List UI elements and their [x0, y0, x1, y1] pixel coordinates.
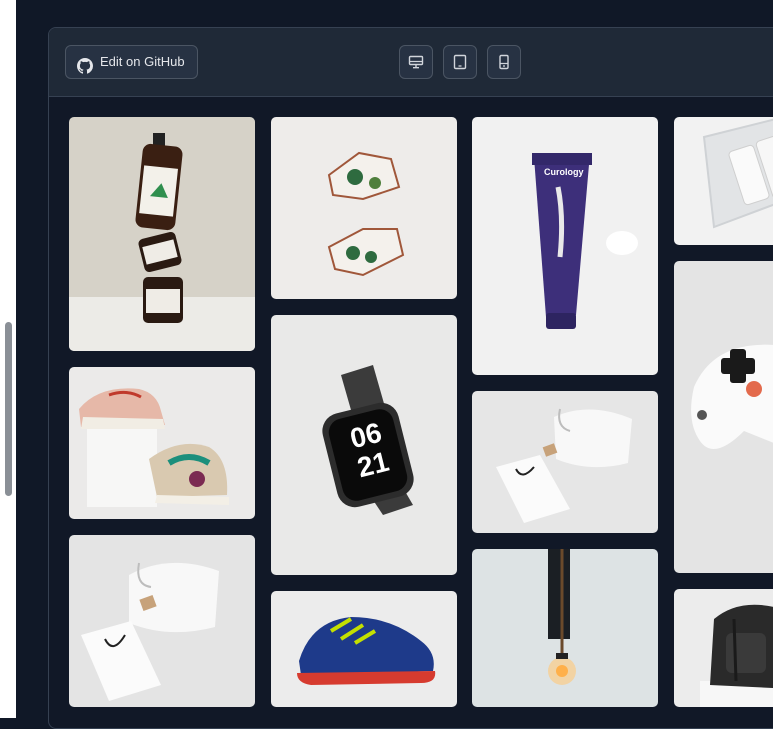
scrollbar-track[interactable]	[0, 0, 16, 718]
mobile-view-button[interactable]	[487, 45, 521, 79]
edit-on-github-label: Edit on GitHub	[100, 54, 185, 69]
tote-bag-image-2[interactable]	[69, 535, 255, 707]
glass-cosmetics-image[interactable]	[674, 117, 773, 245]
tablet-icon	[453, 54, 467, 70]
monitor-icon	[408, 55, 424, 69]
geometric-planters-image[interactable]	[271, 117, 457, 299]
backpack-image[interactable]	[674, 589, 773, 707]
game-controller-image[interactable]	[674, 261, 773, 573]
football-boot-image[interactable]	[271, 591, 457, 707]
pendant-lamp-image[interactable]	[472, 549, 658, 707]
tube-brand-label: Curology	[544, 167, 584, 177]
curology-tube-image[interactable]: Curology	[472, 117, 658, 375]
edit-on-github-button[interactable]: Edit on GitHub	[65, 45, 198, 79]
github-icon	[77, 54, 93, 74]
desktop-view-button[interactable]	[399, 45, 433, 79]
scrollbar-thumb[interactable]	[5, 322, 12, 496]
smartphone-icon	[499, 54, 509, 70]
sneakers-image[interactable]	[69, 367, 255, 519]
tablet-view-button[interactable]	[443, 45, 477, 79]
apple-watch-image[interactable]: 06 21	[271, 315, 457, 575]
preview-toolbar: Edit on GitHub	[49, 28, 773, 97]
cbd-oil-jars-image[interactable]	[69, 117, 255, 351]
tote-bag-image-1[interactable]	[472, 391, 658, 533]
